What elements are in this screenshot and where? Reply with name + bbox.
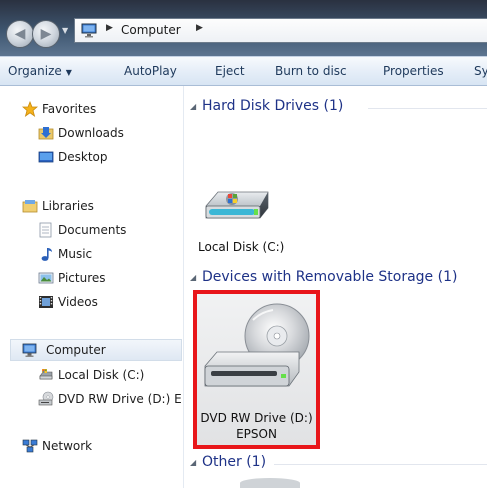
drive-tile-local-disk[interactable]: Local Disk (C:) [198, 178, 312, 258]
collapse-arrow-icon[interactable]: ◢ [190, 102, 196, 111]
pictures-icon [38, 272, 54, 284]
group-title: Other (1) [202, 454, 267, 470]
group-divider [274, 464, 487, 465]
computer-icon [81, 23, 97, 38]
group-header-removable-storage[interactable]: ◢ Devices with Removable Storage (1) [190, 269, 487, 289]
computer-icon [22, 343, 37, 357]
video-icon [39, 296, 53, 308]
document-icon [39, 222, 52, 238]
nav-item-label: Libraries [42, 199, 94, 213]
library-icon [22, 200, 38, 213]
forward-button[interactable]: ▶ [32, 20, 60, 48]
group-title: Devices with Removable Storage (1) [202, 269, 458, 285]
command-bar: Organize ▼ AutoPlay Eject Burn to disc Pr… [0, 56, 487, 86]
breadcrumb-separator[interactable]: ▶ [106, 23, 113, 33]
burn-to-disc-button[interactable]: Burn to disc [275, 64, 347, 78]
nav-item-label: Local Disk (C:) [58, 368, 145, 382]
properties-button[interactable]: Properties [383, 64, 444, 78]
music-note-icon [41, 248, 52, 261]
desktop-icon [38, 151, 54, 163]
nav-item-label: Downloads [58, 126, 124, 140]
breadcrumb-computer[interactable]: Computer [121, 23, 181, 37]
organize-label: Organize [8, 64, 62, 78]
system-properties-button[interactable]: Sy [474, 64, 487, 78]
drive-label: Local Disk (C:) [198, 240, 285, 254]
dvd-drive-icon [204, 303, 310, 387]
organize-button[interactable]: Organize ▼ [8, 64, 72, 78]
nav-item-label: Desktop [58, 150, 108, 164]
star-icon [22, 101, 38, 117]
group-header-hard-disk-drives[interactable]: ◢ Hard Disk Drives (1) [190, 98, 487, 118]
forward-arrow-icon: ▶ [40, 26, 52, 42]
address-field[interactable]: ▶ Computer ▶ [74, 18, 487, 43]
dvd-drive-icon [38, 391, 54, 406]
nav-item-computer[interactable]: Computer [10, 339, 182, 361]
network-icon [22, 439, 38, 453]
collapse-arrow-icon[interactable]: ◢ [190, 273, 196, 282]
collapse-arrow-icon[interactable]: ◢ [190, 458, 196, 467]
group-divider [368, 108, 487, 109]
nav-item-label: Computer [46, 343, 106, 357]
drive-tile-dvd-rw[interactable]: DVD RW Drive (D:) EPSON [193, 290, 320, 449]
nav-item-label: Favorites [42, 102, 97, 116]
hard-drive-icon [205, 191, 269, 219]
chevron-down-icon: ▼ [65, 68, 72, 77]
nav-item-label: Pictures [58, 271, 106, 285]
drive-label-line2: EPSON [236, 427, 277, 441]
hard-drive-icon [39, 369, 53, 380]
recent-pages-dropdown-icon[interactable]: ▼ [62, 26, 68, 35]
eject-button[interactable]: Eject [215, 64, 245, 78]
downloads-folder-icon [38, 127, 54, 140]
autoplay-button[interactable]: AutoPlay [124, 64, 177, 78]
back-arrow-icon: ◀ [14, 26, 26, 42]
back-button[interactable]: ◀ [6, 20, 34, 48]
nav-item-label: DVD RW Drive (D:) E [58, 392, 182, 406]
breadcrumb-separator[interactable]: ▶ [196, 23, 203, 33]
drive-label-line1: DVD RW Drive (D:) [200, 411, 313, 425]
partial-device-icon [240, 478, 300, 488]
group-title: Hard Disk Drives (1) [202, 98, 344, 114]
group-header-other[interactable]: ◢ Other (1) [190, 454, 487, 474]
nav-item-label: Videos [58, 295, 98, 309]
nav-item-label: Music [58, 247, 93, 261]
nav-item-label: Network [42, 439, 93, 453]
address-bar-area: ◀ ▶ ▼ ▶ Computer ▶ [0, 0, 487, 56]
pane-divider[interactable] [183, 86, 184, 488]
nav-item-label: Documents [58, 223, 127, 237]
